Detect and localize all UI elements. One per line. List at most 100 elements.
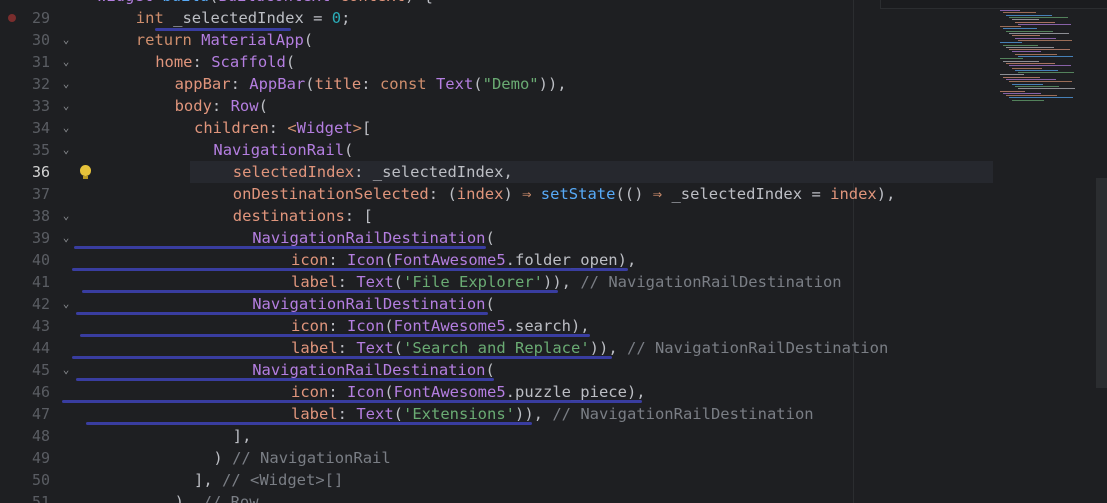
code-token: ( <box>393 339 404 357</box>
code-token: int <box>135 9 174 27</box>
code-token: ( <box>285 53 296 71</box>
minimap-line <box>1015 21 1055 23</box>
annotation-underline <box>80 334 590 337</box>
minimap-line <box>1003 60 1039 62</box>
code-token: ⇒ <box>652 185 672 203</box>
code-line[interactable]: onDestinationSelected: (index) ⇒ setStat… <box>233 183 896 205</box>
minimap-line <box>1006 30 1053 32</box>
code-token: : <box>230 75 250 93</box>
minimap-line <box>1018 56 1073 57</box>
annotation-underline <box>72 268 628 271</box>
line-number: 38 <box>31 207 50 225</box>
code-token: ], <box>232 427 252 445</box>
code-token: Scaffold <box>211 53 286 71</box>
code-token: Widget <box>97 0 162 5</box>
breakpoint-icon[interactable] <box>8 14 16 22</box>
code-token: ( <box>384 251 394 269</box>
chevron-down-icon[interactable]: ⌄ <box>60 29 72 51</box>
code-token: 'Extensions' <box>403 405 515 423</box>
code-line[interactable]: selectedIndex: _selectedIndex, <box>233 161 513 183</box>
code-token: : <box>337 405 357 423</box>
code-token: context <box>340 0 405 5</box>
lightbulb-icon[interactable] <box>80 165 91 179</box>
chevron-down-icon[interactable]: ⌄ <box>60 293 72 315</box>
minimap-line <box>1009 16 1068 18</box>
code-line[interactable]: ), // Row <box>175 491 259 503</box>
line-number: 34 <box>31 119 50 137</box>
code-token: selectedIndex <box>232 163 355 181</box>
code-line[interactable]: home: Scaffold( <box>155 51 295 73</box>
minimap-line <box>1012 99 1044 101</box>
code-token: // NavigationRailDestination <box>552 405 814 423</box>
code-token: : <box>354 163 373 181</box>
code-line[interactable]: NavigationRail( <box>213 139 353 161</box>
code-token: , <box>557 75 567 93</box>
minimap-line <box>1009 49 1070 51</box>
chevron-down-icon[interactable]: ⌄ <box>60 205 72 227</box>
code-line[interactable]: ], // <Widget>[] <box>194 469 343 491</box>
code-token: build <box>162 0 209 5</box>
line-number: 40 <box>31 251 50 269</box>
code-editor[interactable]: Widget build(BuildContext context) {29in… <box>0 0 1107 503</box>
chevron-down-icon[interactable]: ⌄ <box>60 359 72 381</box>
minimap-line <box>1006 79 1056 80</box>
minimap-line <box>1015 69 1058 71</box>
minimap-line <box>1015 85 1059 87</box>
code-token: ⇒ <box>522 185 541 203</box>
minimap-line <box>1018 39 1072 41</box>
code-token: ( <box>344 141 354 159</box>
code-line-partial: Widget build(BuildContext context) { <box>97 0 433 7</box>
minimap-line <box>1009 33 1069 34</box>
code-token: Icon <box>347 251 385 269</box>
code-token: 'File Explorer' <box>403 273 543 291</box>
vertical-scrollbar[interactable] <box>1096 178 1107 388</box>
chevron-down-icon[interactable]: ⌄ <box>60 73 72 95</box>
code-token: , <box>503 163 513 181</box>
code-line[interactable]: destinations: [ <box>233 205 373 227</box>
code-token: ( <box>384 383 394 401</box>
code-token: (() <box>615 185 653 203</box>
minimap-line <box>1003 12 1036 14</box>
code-token: [ <box>362 119 372 137</box>
minimap[interactable] <box>1000 10 1075 110</box>
code-token: AppBar <box>249 75 306 93</box>
code-token: // <Widget>[] <box>222 471 344 489</box>
code-line[interactable]: appBar: AppBar(title: const Text("Demo")… <box>175 73 567 95</box>
chevron-down-icon[interactable]: ⌄ <box>60 117 72 139</box>
code-token: ) <box>213 449 233 467</box>
chevron-down-icon[interactable]: ⌄ <box>60 227 72 249</box>
code-token: ( <box>209 0 218 5</box>
code-line[interactable]: return MaterialApp( <box>136 29 313 51</box>
line-number: 46 <box>31 383 50 401</box>
code-token: FontAwesome5 <box>393 317 506 335</box>
editor-top-panel <box>880 0 1107 9</box>
minimap-line <box>1006 95 1057 97</box>
code-token: ), <box>174 493 203 503</box>
code-token: : <box>328 317 347 335</box>
minimap-line <box>1000 58 1023 60</box>
code-token: : [ <box>344 207 373 225</box>
minimap-line <box>1000 42 1022 44</box>
line-number: 37 <box>31 185 50 203</box>
chevron-down-icon[interactable]: ⌄ <box>60 139 72 161</box>
chevron-down-icon[interactable]: ⌄ <box>60 51 72 73</box>
chevron-down-icon[interactable]: ⌄ <box>60 95 72 117</box>
minimap-line <box>1000 26 1021 28</box>
code-token: destinations <box>232 207 345 225</box>
minimap-line <box>1003 44 1038 46</box>
code-token: ( <box>485 361 495 379</box>
code-token: = <box>811 185 831 203</box>
code-line[interactable]: body: Row( <box>175 95 268 117</box>
code-line[interactable]: ], <box>233 425 252 447</box>
code-line[interactable]: int _selectedIndex = 0; <box>136 7 351 29</box>
code-token: ( <box>393 405 404 423</box>
minimap-line <box>1012 35 1040 37</box>
code-line[interactable]: ) // NavigationRail <box>213 447 390 469</box>
minimap-line <box>1015 53 1057 55</box>
code-token: ( <box>485 229 495 247</box>
code-token: FontAwesome5 <box>393 251 506 269</box>
line-number: 43 <box>31 317 50 335</box>
code-token: setState <box>540 185 616 203</box>
annotation-underline <box>86 422 532 425</box>
code-line[interactable]: children: <Widget>[ <box>194 117 371 139</box>
